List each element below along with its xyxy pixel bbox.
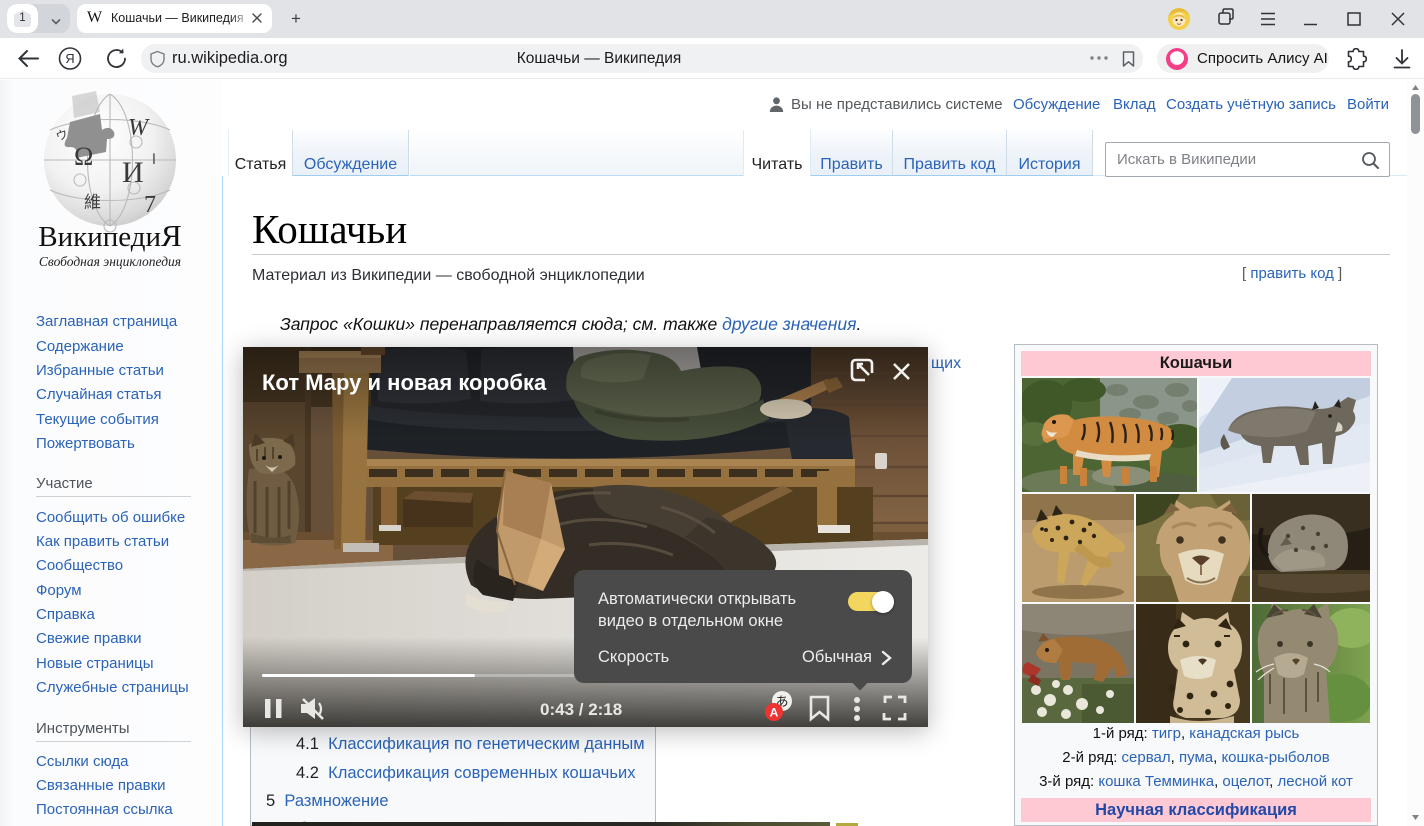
svg-text:ВикипедиЯ: ВикипедиЯ bbox=[38, 218, 181, 253]
svg-text:Свободная энциклопедия: Свободная энциклопедия bbox=[39, 254, 181, 269]
svg-text:Я: Я bbox=[65, 51, 74, 66]
svg-text:ا: ا bbox=[152, 153, 156, 168]
svg-text:0:43 / 2:18: 0:43 / 2:18 bbox=[540, 700, 622, 719]
svg-text:Кот Мару и новая коробка: Кот Мару и новая коробка bbox=[262, 370, 547, 395]
svg-text:Ω: Ω bbox=[74, 142, 93, 171]
svg-text:7: 7 bbox=[144, 192, 156, 218]
svg-text:A: A bbox=[770, 706, 779, 720]
svg-text:И: И bbox=[122, 156, 144, 189]
svg-text:W: W bbox=[128, 115, 150, 141]
svg-text:維: 維 bbox=[84, 193, 101, 212]
